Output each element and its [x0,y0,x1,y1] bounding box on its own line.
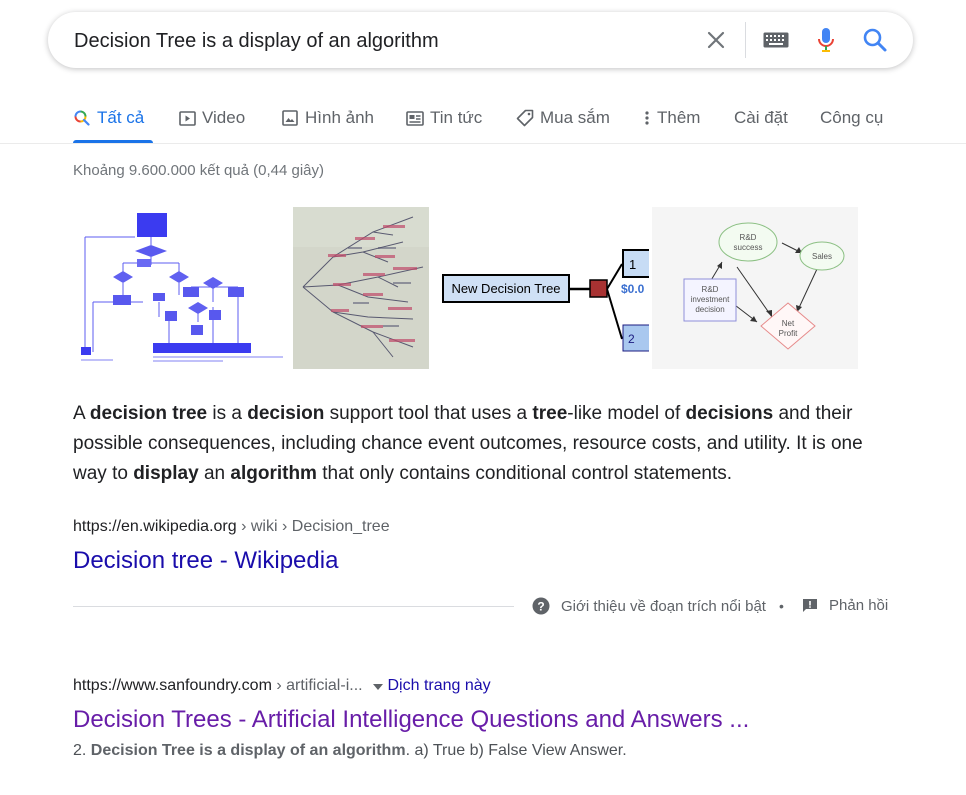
featured-result-title-link[interactable]: Decision tree - Wikipedia [73,547,338,575]
snippet-bold-term: display [133,463,199,484]
news-icon [406,109,424,127]
tab-shopping[interactable]: Mua sắm [516,104,610,132]
decision-node-label: New Decision Tree [451,281,560,296]
node-sales-label: Sales [812,252,832,261]
search-icon [73,109,91,127]
svg-text:?: ? [537,600,544,614]
about-featured-snippet-label: Giới thiệu về đoạn trích nổi bật [561,597,766,615]
featured-snippet-text: A decision tree is a decision support to… [73,399,893,489]
tab-all[interactable]: Tất cả [73,104,144,132]
influence-diagram-image: R&D success Sales R&D investment decisio… [652,207,858,369]
snippet-text-run: is a [207,403,248,424]
tab-tools-label: Công cụ [820,108,884,127]
branch-2-label: 2 [628,332,635,346]
feedback-icon [802,598,818,614]
tab-shopping-label: Mua sắm [540,108,610,127]
node-rd-success-label: success [734,243,763,252]
snippet-bold-term: decisions [685,403,774,424]
snippet-text-run: -like model of [567,403,686,424]
node-rd-label: R&D [740,233,757,242]
image-thumb-handwritten-tree[interactable] [293,207,429,369]
tab-settings-label: Cài đặt [734,108,788,127]
branch-1-label: 1 [629,257,636,272]
translate-page-link[interactable]: Dịch trang này [387,677,490,694]
snippet-bold-term: tree [532,403,568,424]
snippet-bold-term: decision tree [89,403,208,424]
result2-desc-bold: Decision Tree is a display of an algorit… [90,742,406,759]
search-input[interactable] [74,28,674,54]
image-thumb-influence-diagram[interactable]: R&D success Sales R&D investment decisio… [652,207,858,369]
tab-all-label: Tất cả [97,108,145,127]
featured-snippet-divider [73,606,514,607]
tab-video[interactable]: Video [178,104,245,132]
snippet-text-run: support tool that uses a [324,403,533,424]
about-featured-snippet-link[interactable]: ? Giới thiệu về đoạn trích nổi bật [532,597,766,615]
more-vert-icon [643,109,651,127]
branch-value-label: $0.0 [621,282,645,296]
tab-news[interactable]: Tin tức [406,104,482,132]
image-icon [281,109,299,127]
flowchart-image [81,213,283,362]
node-netprofit-label-1: Net [782,319,795,328]
tab-images[interactable]: Hình ảnh [281,104,374,132]
node-investment-label-2: investment [691,295,730,304]
image-thumb-flowchart[interactable] [73,207,290,369]
snippet-text-run: A [73,403,90,424]
search-submit-icon[interactable] [861,26,889,54]
video-icon [178,109,196,127]
result-stats: Khoảng 9.600.000 kết quả (0,44 giây) [73,162,325,179]
result2-description: 2. Decision Tree is a display of an algo… [73,742,627,760]
help-icon: ? [532,597,550,615]
separator-dot: • [779,598,784,614]
featured-cite-path: › wiki › Decision_tree [236,518,390,535]
result2-title-link[interactable]: Decision Trees - Artificial Intelligence… [73,706,749,734]
result2-cite-path: › artificial-i... [271,677,363,695]
microphone-icon[interactable] [812,26,840,54]
chevron-down-icon[interactable] [373,677,384,695]
tab-more[interactable]: Thêm [643,104,700,132]
tab-tools[interactable]: Công cụ [820,104,883,132]
node-investment-label-3: decision [695,305,724,314]
clear-icon[interactable] [702,26,730,54]
result2-cite-domain: https://www.sanfoundry.com [73,677,272,695]
snippet-bold-term: algorithm [230,463,317,484]
result2-desc-suffix: . a) True b) False View Answer. [405,742,627,759]
tab-news-label: Tin tức [430,108,483,127]
feedback-link[interactable]: Phản hồi [802,597,888,614]
node-investment-label-1: R&D [702,285,719,294]
tab-settings[interactable]: Cài đặt [734,104,788,132]
snippet-text-run: an [198,463,231,484]
handwritten-tree-image [293,207,429,369]
result2-desc-prefix: 2. [73,742,91,759]
tab-video-label: Video [202,108,246,127]
tab-images-label: Hình ảnh [305,108,374,127]
featured-cite: https://en.wikipedia.org › wiki › Decisi… [73,518,390,536]
search-divider [745,22,746,58]
tabs-divider [0,143,966,144]
snippet-text-run: that only contains conditional control s… [316,463,733,484]
shopping-tag-icon [516,109,534,127]
image-thumb-new-decision-tree[interactable]: New Decision Tree 1 $0.0 2 [432,207,649,369]
snippet-bold-term: decision [247,403,325,424]
result2-cite: https://www.sanfoundry.com › artificial-… [73,677,491,695]
search-box [48,12,913,68]
keyboard-icon[interactable] [762,26,790,54]
new-decision-tree-image: New Decision Tree 1 $0.0 2 [442,249,649,352]
featured-cite-domain: https://en.wikipedia.org [73,518,237,535]
node-netprofit-label-2: Profit [779,329,798,338]
tab-more-label: Thêm [657,108,701,127]
feedback-label: Phản hồi [829,597,889,614]
